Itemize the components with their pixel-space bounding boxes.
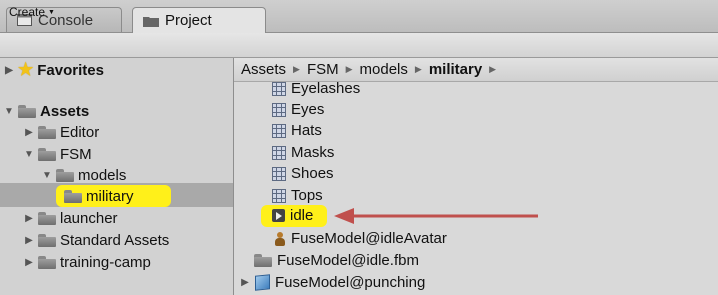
tree-item-fsm[interactable]: ▼ FSM bbox=[24, 143, 92, 165]
folder-icon bbox=[18, 104, 36, 118]
avatar-mask-icon bbox=[272, 166, 286, 181]
tree-item-label: FSM bbox=[60, 145, 92, 163]
folder-icon bbox=[254, 254, 272, 267]
project-toolbar bbox=[0, 33, 718, 58]
tree-item-label: models bbox=[78, 166, 127, 184]
avatar-mask-icon bbox=[272, 188, 286, 203]
tree-item-launcher[interactable]: ▶ launcher bbox=[24, 207, 118, 229]
tree-item-standard-assets[interactable]: ▶ Standard Assets bbox=[24, 229, 169, 251]
tree-item-label: Favorites bbox=[37, 61, 104, 79]
folder-icon bbox=[56, 168, 74, 182]
asset-idle-fbm-folder[interactable]: FuseModel@idle.fbm bbox=[254, 250, 419, 271]
avatar-mask-icon bbox=[272, 81, 286, 96]
tree-item-training-camp[interactable]: ▶ training-camp bbox=[24, 251, 151, 273]
tree-item-label: Standard Assets bbox=[60, 231, 170, 249]
asset-label: FuseModel@idle.fbm bbox=[277, 252, 419, 269]
asset-idle-clip[interactable]: idle bbox=[272, 205, 313, 226]
folder-icon bbox=[38, 125, 56, 139]
asset-shoes[interactable]: Shoes bbox=[272, 163, 334, 184]
avatar-mask-icon bbox=[272, 102, 286, 117]
avatar-mask-icon bbox=[272, 123, 286, 138]
asset-label: Eyelashes bbox=[291, 80, 361, 97]
breadcrumb-item[interactable]: Assets bbox=[241, 61, 286, 78]
breadcrumb-item[interactable]: FSM bbox=[307, 61, 339, 78]
tree-item-label: Editor bbox=[60, 123, 100, 141]
asset-idle-avatar[interactable]: FuseModel@idleAvatar bbox=[274, 228, 447, 249]
asset-label: FuseModel@idleAvatar bbox=[291, 230, 447, 247]
folder-icon bbox=[64, 189, 82, 203]
breadcrumb-item-current[interactable]: military bbox=[429, 61, 482, 78]
create-button-label: Create bbox=[9, 5, 46, 19]
animation-clip-icon bbox=[272, 209, 285, 222]
asset-label: Tops bbox=[291, 187, 323, 204]
folder-icon bbox=[38, 147, 56, 161]
asset-label: Hats bbox=[291, 122, 322, 139]
breadcrumb-separator-icon: ▶ bbox=[489, 64, 497, 74]
create-button[interactable]: Create ▼ bbox=[9, 3, 55, 21]
avatar-icon bbox=[274, 231, 286, 246]
breadcrumb: Assets ▶ FSM ▶ models ▶ military ▶ bbox=[234, 58, 718, 82]
collapse-arrow-icon[interactable]: ▼ bbox=[42, 170, 52, 181]
tree-item-label: Assets bbox=[40, 102, 90, 120]
project-icon bbox=[143, 16, 159, 27]
folder-icon bbox=[38, 233, 56, 247]
asset-label: Eyes bbox=[291, 101, 325, 118]
collapse-arrow-icon[interactable]: ▼ bbox=[4, 106, 14, 117]
breadcrumb-separator-icon: ▶ bbox=[414, 64, 422, 74]
folder-icon bbox=[38, 211, 56, 225]
asset-punching-model[interactable]: ▶ FuseModel@punching bbox=[240, 272, 425, 293]
tree-item-label: training-camp bbox=[60, 253, 151, 271]
breadcrumb-separator-icon: ▶ bbox=[345, 64, 353, 74]
asset-label: FuseModel@punching bbox=[275, 274, 426, 291]
asset-label: Shoes bbox=[291, 165, 334, 182]
expand-arrow-icon[interactable]: ▶ bbox=[240, 277, 250, 288]
asset-hats[interactable]: Hats bbox=[272, 120, 322, 141]
asset-tops[interactable]: Tops bbox=[272, 185, 323, 206]
tree-item-label: military bbox=[86, 187, 134, 205]
expand-arrow-icon[interactable]: ▶ bbox=[24, 235, 34, 246]
expand-arrow-icon[interactable]: ▶ bbox=[24, 257, 34, 268]
asset-label: Masks bbox=[291, 144, 335, 161]
asset-label: idle bbox=[290, 207, 314, 224]
tree-item-label: launcher bbox=[60, 209, 118, 227]
breadcrumb-item[interactable]: models bbox=[360, 61, 408, 78]
star-icon: ★ bbox=[18, 60, 34, 79]
tree-item-editor[interactable]: ▶ Editor bbox=[24, 121, 99, 143]
expand-arrow-icon[interactable]: ▶ bbox=[4, 65, 14, 76]
tree-item-assets[interactable]: ▼ Assets bbox=[4, 100, 89, 122]
tree-item-military[interactable]: military bbox=[64, 185, 134, 207]
folder-icon bbox=[38, 255, 56, 269]
tree-item-models[interactable]: ▼ models bbox=[42, 164, 126, 186]
breadcrumb-separator-icon: ▶ bbox=[293, 64, 300, 74]
asset-eyes[interactable]: Eyes bbox=[272, 99, 324, 120]
dropdown-caret-icon: ▼ bbox=[48, 8, 55, 16]
collapse-arrow-icon[interactable]: ▼ bbox=[24, 149, 34, 160]
avatar-mask-icon bbox=[272, 145, 286, 160]
tab-project[interactable]: Project bbox=[132, 7, 266, 33]
expand-arrow-icon[interactable]: ▶ bbox=[24, 213, 34, 224]
asset-masks[interactable]: Masks bbox=[272, 142, 334, 163]
tab-project-label: Project bbox=[165, 12, 212, 29]
annotation-arrow bbox=[334, 208, 538, 224]
model-prefab-icon bbox=[255, 274, 270, 291]
tree-item-favorites[interactable]: ▶ ★ Favorites bbox=[4, 59, 104, 81]
expand-arrow-icon[interactable]: ▶ bbox=[24, 127, 34, 138]
